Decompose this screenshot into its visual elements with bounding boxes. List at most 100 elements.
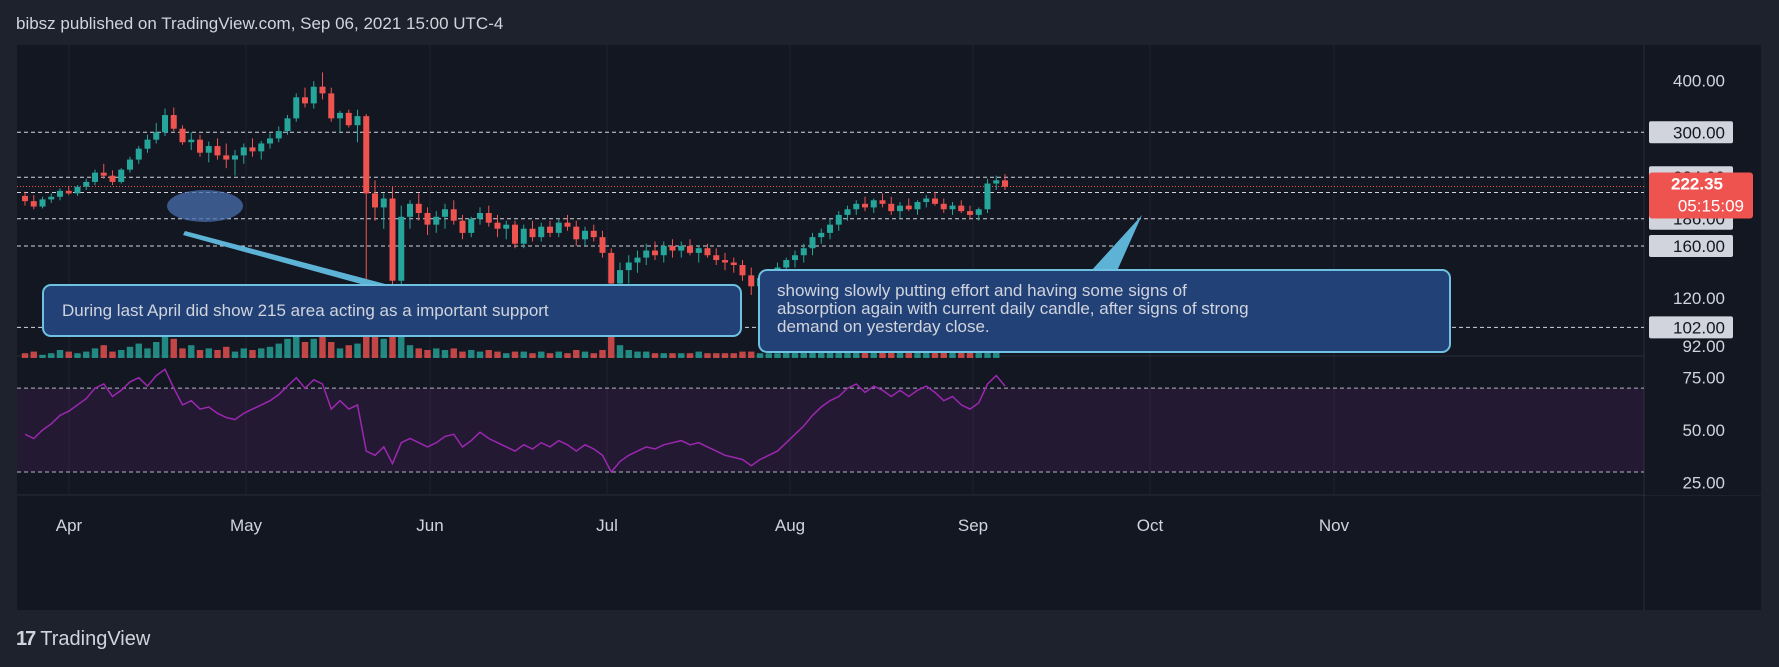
candle-body: [197, 139, 203, 153]
price-axis: 400.00300.00234.00214.98186.00160.00120.…: [1645, 45, 1761, 495]
volume-bar: [538, 351, 545, 358]
candle-body: [258, 143, 265, 152]
footer: 17 TradingView: [16, 628, 150, 651]
volume-bar: [231, 351, 239, 358]
volume-bar: [721, 353, 729, 358]
volume-bar: [336, 348, 344, 358]
candle-body: [862, 203, 868, 208]
volume-bar: [581, 351, 589, 358]
candle-body: [547, 226, 553, 233]
candle-body: [975, 209, 982, 215]
volume-bar: [83, 351, 90, 358]
candle-body: [643, 250, 650, 258]
volume-bar: [188, 345, 195, 358]
candle-body: [590, 230, 597, 238]
volume-bar: [599, 350, 606, 358]
candle-body: [695, 248, 702, 253]
volume-bar: [590, 353, 597, 358]
candle-body: [494, 222, 501, 229]
volume-bar: [196, 350, 204, 358]
candle-body: [223, 155, 230, 160]
candle-body: [328, 93, 335, 119]
chart-svg[interactable]: During last April did show 215 area acti…: [17, 45, 1761, 610]
candle-body: [634, 257, 641, 263]
volume-bar: [511, 351, 519, 358]
rsi-tick-label: 50.00: [1682, 421, 1725, 440]
candle-body: [512, 224, 518, 244]
volume-bar: [65, 351, 72, 358]
publish-header: bibsz published on TradingView.com, Sep …: [16, 14, 504, 33]
volume-bar: [170, 338, 177, 358]
volume-bar: [328, 342, 335, 358]
candle-body: [958, 205, 965, 212]
price-label: 300.00: [1673, 123, 1725, 142]
candle-body: [459, 220, 466, 233]
candle-body: [345, 112, 352, 126]
candle-body: [153, 132, 160, 140]
volume-bar: [284, 338, 291, 358]
candle-body: [564, 222, 571, 227]
volume-bar: [520, 351, 527, 358]
candle-body: [310, 86, 317, 104]
time-tick-label: Nov: [1319, 516, 1350, 535]
volume-bar: [100, 345, 107, 358]
candle-body: [932, 198, 938, 204]
tradingview-logo-icon: 17: [16, 628, 36, 650]
candle-body: [809, 237, 816, 249]
candle-body: [520, 228, 527, 244]
candle-body: [407, 203, 413, 217]
candle-body: [1002, 180, 1008, 187]
candle-body: [555, 222, 562, 233]
volume-bar: [91, 348, 99, 358]
candle-body: [722, 260, 728, 263]
candle-body: [704, 248, 711, 256]
candle-body: [617, 270, 623, 284]
candle-body: [100, 172, 107, 176]
candle-body: [599, 237, 606, 253]
volume-bar: [249, 350, 256, 358]
right-callout-line: showing slowly putting effort and having…: [777, 281, 1187, 300]
candle-body: [442, 209, 448, 217]
candle-body: [984, 183, 991, 210]
candle-body: [214, 146, 221, 156]
volume-bar: [441, 350, 449, 358]
time-tick-label: Jul: [596, 516, 618, 535]
time-tick-label: Apr: [56, 516, 83, 535]
volume-bar: [485, 350, 492, 358]
volume-bar: [205, 348, 212, 358]
candle-body: [450, 209, 457, 221]
candle-body: [800, 248, 807, 256]
candle-body: [205, 146, 212, 153]
candle-body: [582, 230, 588, 240]
volume-bar: [695, 351, 702, 358]
volume-bar: [144, 348, 151, 358]
candle-body: [30, 201, 37, 207]
candle-body: [538, 226, 545, 238]
candle-body: [293, 97, 300, 119]
volume-bar: [301, 342, 309, 358]
candle-body: [468, 218, 475, 233]
candle-body: [669, 245, 676, 251]
right-callout-line: demand on yesterday close.: [777, 317, 990, 336]
price-tick-label: 92.00: [1682, 337, 1725, 356]
candle-body: [485, 212, 492, 223]
volume-bar: [739, 351, 746, 358]
candle-body: [240, 147, 247, 156]
price-label: 160.00: [1673, 237, 1725, 256]
candle-body: [730, 262, 737, 266]
candle-body: [302, 97, 308, 104]
candle-body: [949, 205, 956, 210]
candle-body: [748, 275, 755, 287]
chart-area[interactable]: During last April did show 215 area acti…: [17, 45, 1761, 610]
time-tick-label: Jun: [416, 516, 443, 535]
candle-body: [22, 195, 28, 202]
rsi-tick-label: 75.00: [1682, 369, 1725, 388]
volume-bar: [48, 353, 55, 358]
volume-bar: [660, 353, 667, 358]
highlight-ellipse: [167, 190, 243, 222]
candle-body: [65, 190, 72, 194]
candle-body: [905, 205, 912, 210]
price-tick-label: 400.00: [1673, 71, 1725, 90]
candle-body: [625, 262, 632, 271]
candle-body: [835, 214, 842, 225]
